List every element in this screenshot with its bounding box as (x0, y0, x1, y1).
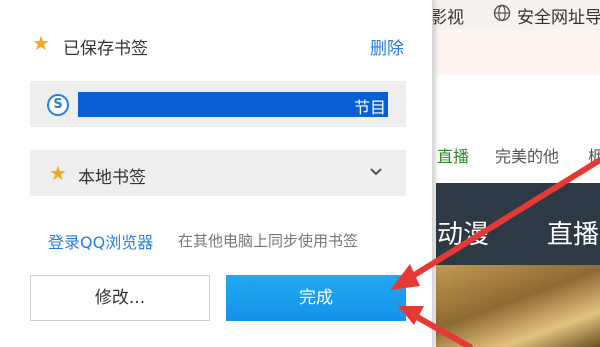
login-qq-browser-link[interactable]: 登录QQ浏览器 (48, 229, 153, 253)
chevron-down-icon[interactable] (368, 164, 384, 180)
bookmark-name-text: 节目 (353, 98, 386, 117)
bookmark-link-video[interactable]: 影视 (430, 3, 464, 28)
globe-icon (493, 4, 511, 22)
edit-button[interactable]: 修改... (30, 275, 210, 321)
delete-button[interactable]: 删除 (370, 34, 404, 59)
bookmark-name-selection[interactable]: 节目 (78, 92, 388, 117)
done-button[interactable]: 完成 (226, 275, 406, 321)
star-icon: ★ (32, 31, 50, 55)
sogou-favicon-icon: S (47, 94, 69, 116)
folder-selected-label: 本地书签 (78, 168, 146, 188)
nav-link-live[interactable]: 直播 (437, 143, 469, 167)
category-anime[interactable]: 动漫 (437, 214, 489, 251)
sync-description: 在其他电脑上同步使用书签 (178, 232, 359, 250)
nav-link-perfect[interactable]: 完美的他 (495, 143, 559, 167)
category-live[interactable]: 直播 (547, 214, 599, 251)
folder-star-icon: ★ (49, 161, 67, 185)
bookmark-popup: ★ 已保存书签 删除 S 节目 ★ 本地书签 登录QQ浏览器 在其他电脑上同步使… (0, 0, 433, 347)
nav-link-more[interactable]: 枥 (588, 143, 600, 167)
popup-title: 已保存书签 (63, 39, 148, 59)
page-banner (436, 30, 600, 75)
page-photo (436, 265, 600, 347)
bookmark-link-safe-site[interactable]: 安全网址导 (517, 3, 600, 28)
